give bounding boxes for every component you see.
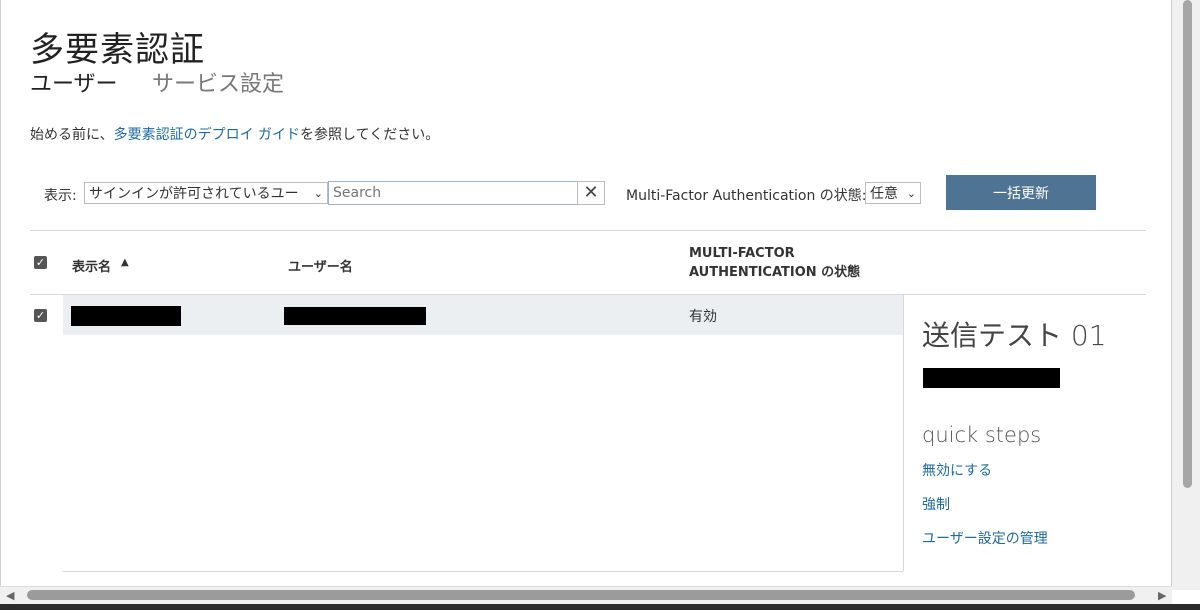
scroll-right-icon[interactable]: ▶ [1158,590,1166,602]
tab-service-settings[interactable]: サービス設定 [152,66,284,98]
column-header-mfa-status[interactable]: MULTI-FACTOR AUTHENTICATION の状態 [689,244,860,282]
close-icon: ✕ [583,182,599,203]
hint-prefix: 始める前に、 [30,127,114,143]
clear-search-button[interactable]: ✕ [577,181,605,205]
mfa-filter-select[interactable]: 任意 ⌄ [865,182,921,204]
column-header-username[interactable]: ユーザー名 [288,256,353,275]
column-header-display-name[interactable]: 表示名 [72,256,111,275]
divider [63,571,903,572]
page-title: 多要素認証 [30,30,205,70]
horizontal-scrollbar-thumb[interactable] [27,590,1135,600]
view-filter-label: 表示: [44,188,77,204]
divider [30,230,1146,231]
mfa-filter-value: 任意 [870,186,898,202]
chevron-down-icon: ⌄ [313,187,323,200]
row-checkbox[interactable]: ✓ [34,309,47,322]
chevron-down-icon: ⌄ [906,187,916,200]
scroll-left-icon[interactable]: ◀ [6,590,14,602]
window-bottom-edge [0,604,1200,610]
redacted-display-name [71,306,181,326]
detail-pane-divider [903,295,904,571]
quick-steps-heading: quick steps [922,423,1042,447]
bulk-update-button[interactable]: 一括更新 [946,175,1096,210]
vertical-scrollbar-thumb[interactable] [1183,0,1192,488]
column-header-mfa-line2: AUTHENTICATION の状態 [689,265,861,280]
tab-users[interactable]: ユーザー [30,66,118,98]
detail-user-title: 送信テスト 01 [922,319,1107,352]
search-input[interactable] [328,181,578,205]
deploy-guide-link[interactable]: 多要素認証のデプロイ ガイド [114,127,300,143]
deploy-guide-hint: 始める前に、多要素認証のデプロイ ガイドを参照してください。 [30,124,439,144]
sort-ascending-icon[interactable]: ▲ [121,257,129,268]
hint-suffix: を参照してください。 [300,127,440,143]
table-row[interactable] [63,295,903,335]
column-header-mfa-line1: MULTI-FACTOR [689,246,795,261]
enforce-mfa-link[interactable]: 強制 [922,494,950,514]
mfa-filter-label: Multi-Factor Authentication の状態: [626,188,867,204]
select-all-checkbox[interactable]: ✓ [34,256,47,269]
redacted-username [284,307,426,325]
redacted-detail-username [923,368,1060,388]
disable-mfa-link[interactable]: 無効にする [922,460,992,480]
view-filter-value: サインインが許可されているユー [89,186,299,202]
view-filter-select[interactable]: サインインが許可されているユー ⌄ [84,182,328,204]
manage-user-settings-link[interactable]: ユーザー設定の管理 [922,528,1048,548]
mfa-status-cell: 有効 [689,309,717,325]
